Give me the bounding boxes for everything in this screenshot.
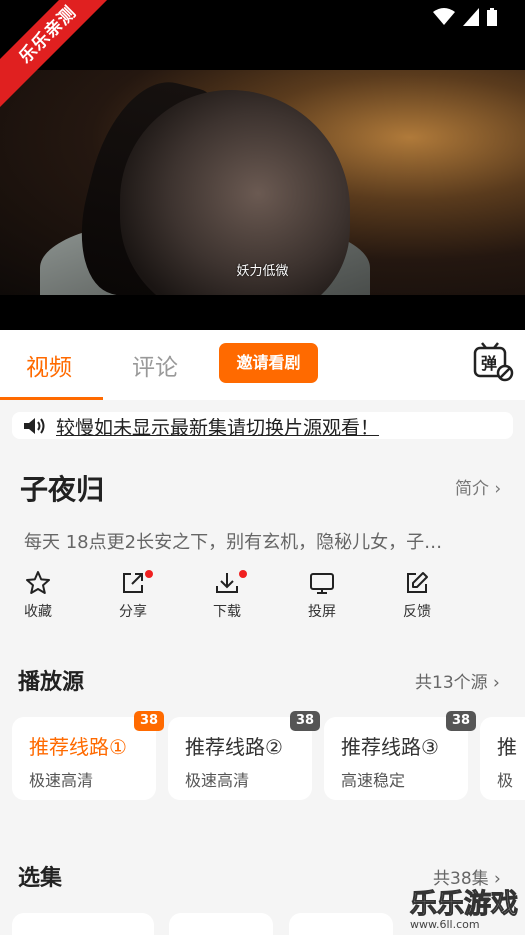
source-quality: 极速高清 xyxy=(185,771,250,790)
share-button[interactable]: 分享 xyxy=(103,570,163,621)
tab-video[interactable]: 视频 xyxy=(26,348,72,382)
show-description[interactable]: 每天 18点更2长安之下，别有玄机，隐秘儿女，子… xyxy=(24,528,494,554)
download-label: 下载 xyxy=(213,604,241,620)
site-watermark: 乐乐游戏 www.6ll.com xyxy=(410,882,525,935)
share-icon xyxy=(123,573,143,593)
feedback-edit-icon xyxy=(407,572,428,593)
episode-card[interactable] xyxy=(12,913,154,935)
chevron-right-icon: › xyxy=(494,479,502,499)
sources-more-label: 共13个源 xyxy=(415,673,488,693)
tab-underline xyxy=(0,397,103,400)
favorite-label: 收藏 xyxy=(24,604,52,620)
share-label: 分享 xyxy=(119,604,147,620)
download-button[interactable]: 下载 xyxy=(197,570,257,621)
episode-count-badge: 38 xyxy=(446,711,476,731)
danmaku-toggle-icon[interactable]: 弹 xyxy=(472,340,514,382)
video-player[interactable]: 妖力低微 xyxy=(0,70,525,295)
cast-screen-button[interactable]: 投屏 xyxy=(292,570,352,621)
intro-link[interactable]: 简介 › xyxy=(455,474,501,499)
battery-icon xyxy=(487,8,497,26)
episode-count-badge: 38 xyxy=(134,711,164,731)
source-card-1[interactable]: 推荐线路① 极速高清 38 xyxy=(12,711,164,800)
source-name: 推 xyxy=(497,735,517,759)
svg-text:弹: 弹 xyxy=(481,354,497,373)
source-name: 推荐线路③ xyxy=(341,735,439,759)
tab-bar: 视频 评论 邀请看剧 弹 xyxy=(0,330,525,400)
episode-card[interactable] xyxy=(289,913,393,935)
intro-link-label: 简介 xyxy=(455,479,489,499)
show-title: 子夜归 xyxy=(20,473,105,506)
watermark-text: 乐乐游戏 xyxy=(410,889,519,921)
source-quality: 极 xyxy=(497,771,514,790)
download-icon xyxy=(216,573,238,593)
feedback-label: 反馈 xyxy=(403,604,431,620)
source-card-4[interactable]: 推 极 xyxy=(480,717,525,800)
cast-screen-label: 投屏 xyxy=(308,604,336,620)
video-subtitle: 妖力低微 xyxy=(236,264,289,279)
notice-bar: 较慢如未显示最新集请切换片源观看！ xyxy=(12,412,513,439)
status-icons xyxy=(433,8,497,26)
invite-button[interactable]: 邀请看剧 xyxy=(219,343,318,383)
source-name: 推荐线路① xyxy=(29,735,127,759)
episode-count-badge: 38 xyxy=(290,711,320,731)
source-card-3[interactable]: 推荐线路③ 高速稳定 38 xyxy=(324,711,476,800)
sources-more-link[interactable]: 共13个源 › xyxy=(415,668,500,693)
source-quality: 高速稳定 xyxy=(341,771,406,790)
feedback-button[interactable]: 反馈 xyxy=(387,570,447,621)
favorite-button[interactable]: 收藏 xyxy=(8,570,68,621)
star-icon xyxy=(26,571,50,594)
tab-comment[interactable]: 评论 xyxy=(132,348,178,382)
signal-icon xyxy=(463,8,479,26)
source-card-2[interactable]: 推荐线路② 极速高清 38 xyxy=(168,711,320,800)
download-badge-dot xyxy=(239,570,247,578)
video-letterbox xyxy=(0,295,525,330)
notice-text: 较慢如未显示最新集请切换片源观看！ xyxy=(56,417,380,439)
speaker-icon xyxy=(24,418,45,434)
episodes-title: 选集 xyxy=(18,866,63,891)
source-quality: 极速高清 xyxy=(29,771,94,790)
cast-screen-icon xyxy=(310,573,334,594)
sources-title: 播放源 xyxy=(18,670,85,695)
share-badge-dot xyxy=(145,570,153,578)
wifi-icon xyxy=(433,8,455,25)
episode-card[interactable] xyxy=(169,913,273,935)
chevron-right-icon: › xyxy=(493,673,500,693)
source-name: 推荐线路② xyxy=(185,735,283,759)
action-row: 收藏 分享 下载 投屏 反馈 xyxy=(0,570,525,630)
